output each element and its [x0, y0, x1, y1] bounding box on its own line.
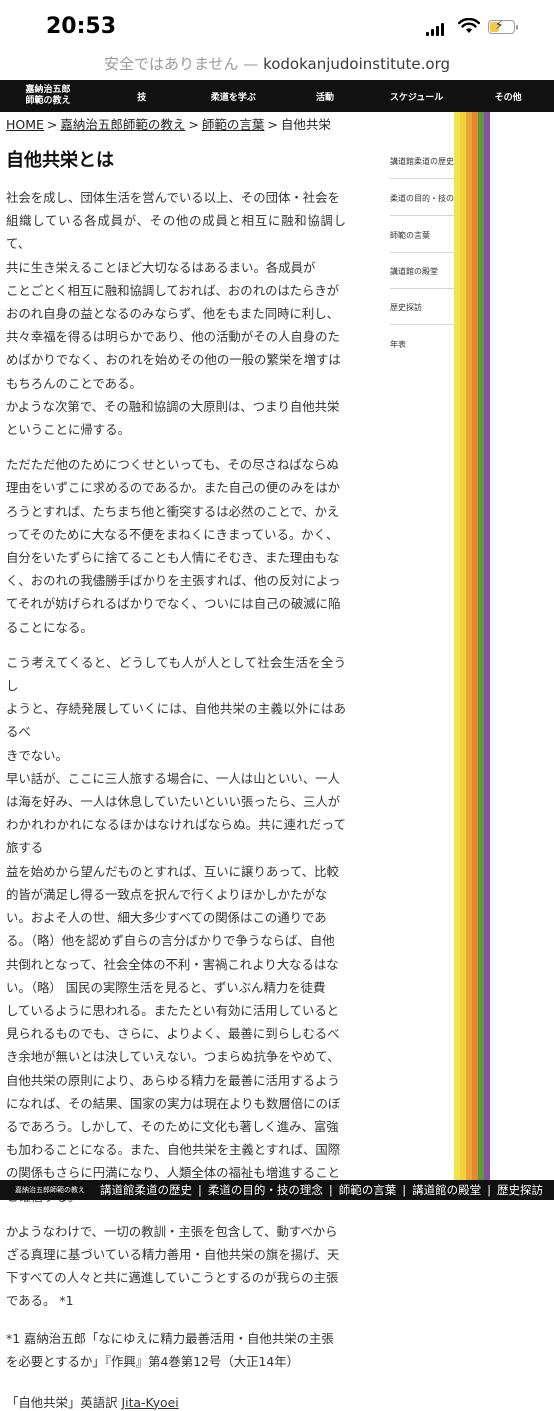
color-stripe — [484, 112, 490, 1180]
breadcrumb-home-link[interactable]: HOME — [6, 117, 44, 132]
text-line: 的皆が満足し得る一致点を択んで行くよりほかしかたがな — [6, 886, 328, 902]
text-line: ということに帰する。 — [6, 422, 130, 438]
text-line: る。（略）他を認めず自らの言分ばかりで争うならば、自他 — [6, 933, 335, 949]
text-line: になれば、その結果、国家の実力は現在よりも数層倍にのぼ — [6, 1095, 341, 1111]
text-line: ろうとすれば、たちまち他と衝突するは必然のことで、かえ — [6, 503, 340, 519]
text-line: も加わることになる。また、自他共栄を主義とすれば、国際 — [6, 1142, 341, 1158]
text-line: い。およそ人の世、細大多少すべての関係はこの通りであ — [6, 910, 327, 926]
sidebar-item-words[interactable]: 師範の言葉 — [390, 230, 430, 241]
text-line: かようなわけで、一切の教訓・主張を包含して、動すべから — [6, 1223, 338, 1239]
color-stripes — [454, 112, 490, 1180]
text-line: ただただ他のためにつくせといっても、その尽さねばならぬ — [6, 457, 339, 473]
nav-item-other[interactable]: その他 — [462, 90, 554, 103]
sidebar-item-history-visit[interactable]: 歴史探訪 — [390, 302, 422, 313]
text-line: ようと、存続発展していくには、自他共栄の主義以外にはあるべ — [6, 701, 346, 740]
text-line: きでない。 — [6, 747, 68, 763]
text-line: めばかりでなく、おのれを始めその他の一般の繁栄を増すは — [6, 352, 341, 368]
footer-link-hall-of-fame[interactable]: 講道館の殿堂 — [412, 1183, 481, 1197]
text-line: ってそのために大なる不便をまねくにきまっている。かく、 — [6, 526, 339, 542]
text-line: ることになる。 — [6, 619, 93, 635]
footer-link-history[interactable]: 講道館柔道の歴史 — [100, 1183, 192, 1197]
text-line: である。 *1 — [6, 1293, 74, 1309]
text-line: 共に生き栄えることほど大切なるはあるまい。各成員が — [6, 259, 316, 275]
wifi-icon — [458, 18, 480, 33]
text-line: ことごとく相互に融和協調しておれば、おのれのはたらきが — [6, 282, 340, 298]
footer-logo[interactable]: 嘉納治五郎師範の教え — [0, 1185, 100, 1195]
page-title: 自他共栄とは — [6, 150, 114, 171]
battery-charging-icon: ⚡ — [488, 18, 518, 34]
cellular-signal-icon — [426, 22, 446, 36]
url-bar[interactable]: 安全ではありません — kodokanjudoinstitute.org — [0, 48, 554, 80]
footnote: *1 嘉納治五郎「なにゆえに精力最善活用・自他共栄の主張 を必要とするか」『作興… — [6, 1330, 334, 1369]
sidebar-item-history[interactable]: 講道館柔道の歴史 — [390, 156, 454, 167]
english-translation-line: 「自他共栄」英語訳 Jita-Kyoei — [6, 1394, 179, 1410]
footer-links: 講道館柔道の歴史 | 柔道の目的・技の理念 | 師範の言葉 | 講道館の殿堂 | 歴史探訪 — [100, 1183, 543, 1197]
url-domain: kodokanjudoinstitute.org — [263, 55, 451, 73]
site-nav: 嘉納治五郎 師範の教え 技 柔道を学ぶ 活動 スケジュール その他 — [0, 80, 554, 112]
text-line: き余地が無いとは決していえない。つまらぬ抗争をやめて、 — [6, 1049, 340, 1065]
nav-item-learn-judo[interactable]: 柔道を学ぶ — [188, 90, 280, 103]
text-line: 下すべての人々と共に邁進していこうとするのが我らの主張 — [6, 1270, 339, 1286]
text-line: 自他共栄の原則により、あらゆる精力を最善に活用するよう — [6, 1072, 340, 1088]
text-line: 理由をいずこに求めるのであるか。また自己の便のみをはか — [6, 480, 341, 496]
breadcrumb-teachings-link[interactable]: 嘉納治五郎師範の教え — [60, 117, 185, 132]
paragraph-4: かようなわけで、一切の教訓・主張を包含して、動すべから ざる真理に基づいている精力… — [6, 1220, 346, 1313]
footer-link-words[interactable]: 師範の言葉 — [339, 1183, 397, 1197]
jita-kyoei-link[interactable]: Jita-Kyoei — [121, 1395, 178, 1410]
text-line: く、おのれの我儘勝手ばかりを主張すれば、他の反対によっ — [6, 573, 341, 589]
text-line: 自分をいたずらに捨てることも人情にそむき、また理由もな — [6, 550, 340, 566]
text-line: 共倒れとなって、社会全体の不利・害禍これより大なるはな — [6, 956, 339, 972]
text-line: 組織している各成員が、その他の成員と相互に融和協調して、 — [6, 213, 346, 252]
site-logo[interactable]: 嘉納治五郎 師範の教え — [0, 85, 96, 107]
sidebar-divider — [390, 178, 454, 179]
breadcrumb-words-link[interactable]: 師範の言葉 — [202, 117, 265, 132]
sidebar-divider — [390, 215, 454, 216]
text-line: 早い話が、ここに三人旅する場合に、一人は山といい、一人 — [6, 770, 340, 786]
text-line: 見られるものでも、さらに、よりよく、最善に到らしむるべ — [6, 1026, 340, 1042]
text-line: 社会を成し、団体生活を営んでいる以上、その団体・社会を — [6, 190, 340, 205]
text-line: しているように思われる。またたとい有効に活用していると — [6, 1002, 340, 1018]
sidebar-divider — [390, 324, 454, 325]
nav-item-waza[interactable]: 技 — [96, 90, 188, 103]
text-line: かような次第で、その融和協調の大原則は、つまり自他共栄 — [6, 398, 340, 414]
sidebar-divider — [390, 288, 454, 289]
paragraph-3: こう考えてくると、どうしても人が人として社会生活を全うし ようと、存続発展していく… — [6, 651, 346, 1208]
text-line: おのれ自身の益となるのみならず、他をもまた同時に利し、 — [6, 306, 340, 322]
breadcrumb: HOME > 嘉納治五郎師範の教え > 師範の言葉 > 自他共栄 — [6, 117, 331, 132]
sidebar-item-timeline[interactable]: 年表 — [390, 339, 406, 350]
breadcrumb-current: 自他共栄 — [280, 117, 331, 132]
text-line: 共々幸福を得るは明らかであり、他の活動がその人自身のた — [6, 329, 340, 345]
footer-bar: 嘉納治五郎師範の教え 講道館柔道の歴史 | 柔道の目的・技の理念 | 師範の言葉 | 講道館… — [0, 1180, 554, 1200]
text-line: こう考えてくると、どうしても人が人として社会生活を全うし — [6, 654, 346, 694]
footer-link-history-visit[interactable]: 歴史探訪 — [497, 1183, 543, 1197]
nav-item-activities[interactable]: 活動 — [279, 90, 371, 103]
sidebar-divider — [390, 252, 454, 253]
paragraph-1: 社会を成し、団体生活を営んでいる以上、その団体・社会を組織している各成員が、その… — [6, 186, 346, 441]
text-line: もちろんのことである。 — [6, 375, 142, 391]
text-line: わかれわかれになるほかはなければならぬ。共に連れだって旅する — [6, 817, 346, 856]
status-time: 20:53 — [46, 14, 117, 39]
main-content: HOME > 嘉納治五郎師範の教え > 師範の言葉 > 自他共栄 自他共栄とは 社会を成し、… — [6, 112, 346, 1411]
status-bar: 20:53 ⚡ — [0, 0, 554, 52]
text-line: てそれが妨げられるばかりでなく、ついには自己の破滅に陥 — [6, 596, 341, 612]
sidebar-item-hall-of-fame[interactable]: 講道館の殿堂 — [390, 266, 438, 277]
text-line: は海を好み、一人は休息していたいといい張ったら、三人が — [6, 794, 341, 810]
nav-item-schedule[interactable]: スケジュール — [371, 90, 463, 103]
text-line: ざる真理に基づいている精力善用・自他共栄の旗を揚げ、天 — [6, 1246, 340, 1262]
insecure-label: 安全ではありません — [103, 55, 239, 73]
footer-link-purpose[interactable]: 柔道の目的・技の理念 — [208, 1183, 323, 1197]
article-body: 社会を成し、団体生活を営んでいる以上、その団体・社会を組織している各成員が、その… — [6, 186, 346, 1313]
text-line: い。（略） 国民の実際生活を見ると、ずいぶん精力を徒費 — [6, 979, 326, 995]
text-line: 益を始めから望んだものとすれば、互いに譲りあって、比較 — [6, 863, 339, 879]
paragraph-2: ただただ他のためにつくせといっても、その尽さねばならぬ 理由をいずこに求めるのであ… — [6, 453, 346, 639]
text-line: るであろう。しかして、そのために文化も著しく進み、富強 — [6, 1118, 339, 1134]
